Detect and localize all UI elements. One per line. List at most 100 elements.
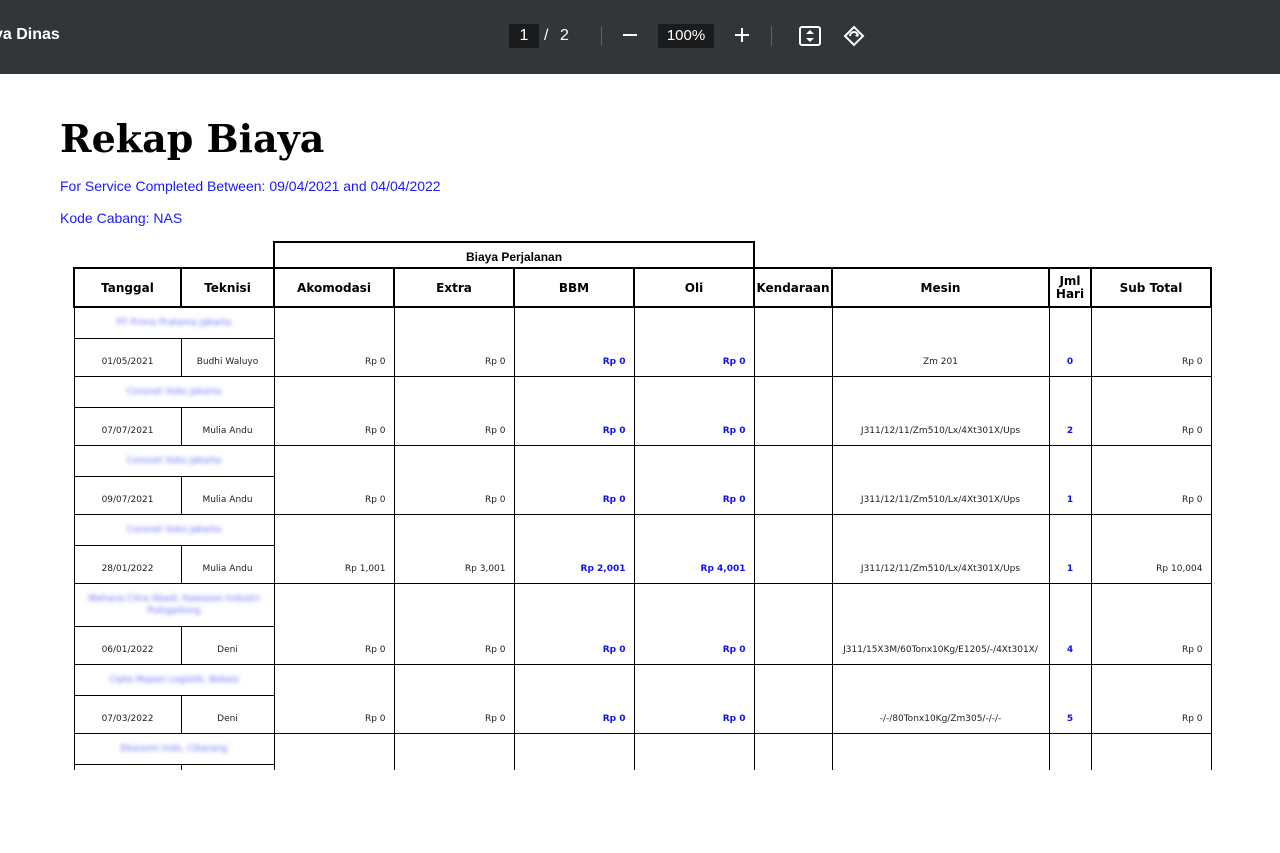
zoom-in-icon[interactable] (728, 23, 756, 52)
jml-hari-cell: 0 (1048, 306, 1092, 377)
customer-row: Ciptа Mapan Logistik, Bekasi Rp 0 Rp 0 Rp 0… (73, 664, 1212, 734)
jml-hari-cell: 2 (1048, 376, 1092, 446)
customer-row: Ekonomi Indo, CikarangRp 0Rp 0Rp 0Rp 0-/… (73, 733, 1212, 803)
kendaraan-cell (753, 306, 833, 377)
mesin-cell: J311/12/11/Zm510/Lx/4Xt301X/Ups (831, 445, 1050, 515)
customer-row: Wahana Citra Abadi, Kawasan Industri Pul… (73, 583, 1212, 665)
rotate-icon[interactable] (840, 24, 868, 53)
oli-cell: Rp 0 (633, 583, 755, 665)
col-header-jml: Jml (1059, 273, 1081, 288)
report-title: Rekap Biaya (60, 116, 325, 161)
kendaraan-cell (753, 445, 833, 515)
teknisi-cell: Mulia Andu (180, 476, 275, 515)
customer-cell: Coronet Vuko Jakarta (73, 514, 275, 546)
akomodasi-cell: Rp 0 (273, 306, 395, 377)
oli-cell: Rp 4,001 (633, 514, 755, 584)
oli-cell: Rp 0 (633, 376, 755, 446)
customer-name: Ciptа Mapan Logistik, Bekasi (109, 675, 239, 685)
customer-name: PT Prima Pratama Jakarta (116, 318, 232, 328)
jml-hari-cell: 1 (1048, 445, 1092, 515)
mesin-cell: Zm 201 (831, 306, 1050, 377)
teknisi-cell: Mulia Andu (180, 545, 275, 584)
customer-name: Coronet Vuko Jakarta (126, 387, 222, 397)
jml-hari-cell: 1 (1048, 514, 1092, 584)
tanggal-cell: 28/01/2022 (73, 545, 182, 584)
sub-total-cell: Rp 0 (1090, 583, 1212, 665)
jml-hari-cell: 4 (1048, 583, 1092, 665)
oli-cell: Rp 0 (633, 664, 755, 734)
page-number-input[interactable]: 1 (509, 24, 539, 48)
customer-row: Coronet Vuko Jakarta Rp 0 Rp 0 Rp 0 Rp 0 J311… (73, 376, 1212, 446)
zoom-level-input[interactable]: 100% (658, 24, 714, 48)
customer-row: Coronet Vuko Jakarta Rp 0 Rp 0 Rp 0 Rp 0 J311… (73, 445, 1212, 515)
cost-table: Tanggal Teknisi Akomodasi Extra BBM Oli … (73, 267, 1212, 803)
toolbar-divider (771, 26, 772, 46)
extra-cell: Rp 0 (393, 664, 515, 734)
customer-cell: Ekonomi Indo, Cikarang (73, 733, 275, 765)
pdf-toolbar: ya Dinas 1 / 2 100% (0, 0, 1280, 74)
col-header-hari: Hari (1055, 286, 1085, 301)
customer-row: PT Prima Pratama Jakarta Rp 0 Rp 0 Rp 0 Rp 0… (73, 306, 1212, 377)
mesin-cell: J311/12/11/Zm510/Lx/4Xt301X/Ups (831, 514, 1050, 584)
report-branch-code: Kode Cabang: NAS (60, 210, 183, 226)
report-date-range: For Service Completed Between: 09/04/202… (60, 178, 441, 194)
jml-hari-cell: 5 (1048, 664, 1092, 734)
fit-page-icon[interactable] (796, 24, 824, 53)
table-header-row: Tanggal Teknisi Akomodasi Extra BBM Oli … (73, 267, 1212, 308)
customer-cell: PT Prima Pratama Jakarta (73, 306, 275, 339)
page-total: 2 (560, 27, 569, 44)
zoom-out-icon[interactable] (616, 23, 644, 52)
col-header-extra: Extra (393, 267, 515, 308)
bbm-cell: Rp 0 (513, 445, 635, 515)
col-header-jml-hari: Jml Hari (1048, 267, 1092, 308)
mesin-cell: J311/15X3M/60Tonx10Kg/E1205/-/4Xt301X/ (831, 583, 1050, 665)
customer-cell: Wahana Citra Abadi, Kawasan Industri Pul… (73, 583, 275, 627)
customer-row: Coronet Vuko Jakarta Rp 1,001 Rp 3,001 Rp 2… (73, 514, 1212, 584)
tanggal-cell: 06/01/2022 (73, 626, 182, 665)
akomodasi-cell: Rp 1,001 (273, 514, 395, 584)
page-gap (0, 770, 1280, 853)
tanggal-cell: 09/07/2021 (73, 476, 182, 515)
akomodasi-cell: Rp 0 (273, 664, 395, 734)
page-separator: / (544, 27, 549, 44)
kendaraan-cell (753, 583, 833, 665)
document-title: ya Dinas (0, 26, 60, 43)
toolbar-divider (601, 26, 602, 46)
mesin-cell: J311/12/11/Zm510/Lx/4Xt301X/Ups (831, 376, 1050, 446)
akomodasi-cell: Rp 0 (273, 376, 395, 446)
tanggal-cell: 07/07/2021 (73, 407, 182, 446)
bbm-cell: Rp 0 (513, 306, 635, 377)
bbm-cell: Rp 0 (513, 664, 635, 734)
extra-cell: Rp 3,001 (393, 514, 515, 584)
teknisi-cell: Budhi Waluyo (180, 338, 275, 377)
extra-cell: Rp 0 (393, 445, 515, 515)
sub-total-cell: Rp 0 (1090, 306, 1212, 377)
col-header-teknisi: Teknisi (180, 267, 275, 308)
tanggal-cell: 07/03/2022 (73, 695, 182, 734)
col-header-mesin: Mesin (831, 267, 1050, 308)
teknisi-cell: Deni (180, 626, 275, 665)
col-header-sub-total: Sub Total (1090, 267, 1212, 308)
customer-name: Ekonomi Indo, Cikarang (120, 744, 228, 754)
customer-cell: Coronet Vuko Jakarta (73, 376, 275, 408)
travel-cost-group-header: Biaya Perjalanan (273, 241, 755, 269)
akomodasi-cell: Rp 0 (273, 583, 395, 665)
bbm-cell: Rp 0 (513, 583, 635, 665)
col-header-bbm: BBM (513, 267, 635, 308)
kendaraan-cell (753, 376, 833, 446)
sub-total-cell: Rp 0 (1090, 664, 1212, 734)
kendaraan-cell (753, 664, 833, 734)
bbm-cell: Rp 0 (513, 376, 635, 446)
col-header-akomodasi: Akomodasi (273, 267, 395, 308)
kendaraan-cell (753, 514, 833, 584)
extra-cell: Rp 0 (393, 583, 515, 665)
teknisi-cell: Mulia Andu (180, 407, 275, 446)
sub-total-cell: Rp 0 (1090, 445, 1212, 515)
mesin-cell: -/-/80Tonx10Kg/Zm305/-/-/- (831, 664, 1050, 734)
customer-name: Coronet Vuko Jakarta (126, 456, 222, 466)
bbm-cell: Rp 2,001 (513, 514, 635, 584)
extra-cell: Rp 0 (393, 376, 515, 446)
akomodasi-cell: Rp 0 (273, 445, 395, 515)
customer-cell: Ciptа Mapan Logistik, Bekasi (73, 664, 275, 696)
customer-name: Wahana Citra Abadi, Kawasan Industri Pul… (88, 594, 260, 616)
